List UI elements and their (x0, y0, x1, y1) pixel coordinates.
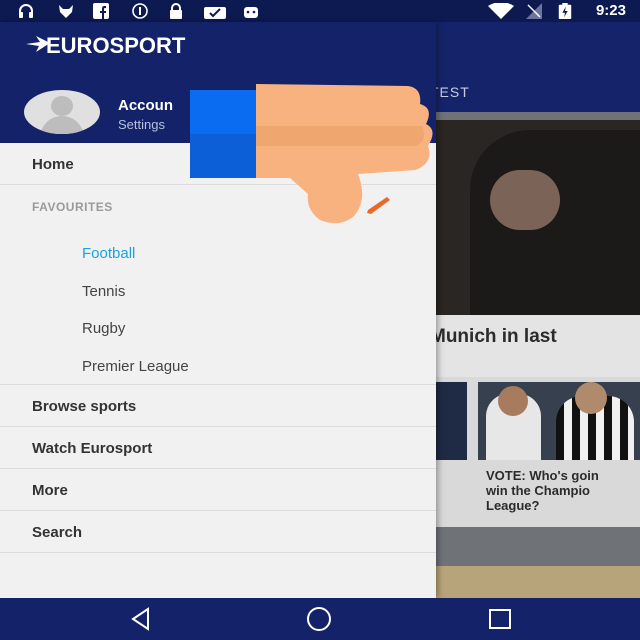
drawer-item-label: More (32, 482, 68, 499)
back-icon[interactable] (128, 606, 154, 632)
battery-charging-icon (558, 3, 572, 19)
news-card-image[interactable] (478, 382, 640, 460)
status-bar: 9:23 (0, 0, 640, 22)
fox-icon (59, 5, 73, 18)
favourite-item-rugby[interactable]: Rugby (82, 320, 125, 337)
drawer-item-watch-eurosport[interactable]: Watch Eurosport (0, 427, 436, 469)
no-signal-icon (526, 3, 542, 19)
system-nav-bar (0, 598, 640, 640)
avatar[interactable] (24, 90, 100, 134)
android-icon (244, 7, 258, 18)
favourite-item-tennis[interactable]: Tennis (82, 283, 125, 300)
facebook-icon (93, 3, 109, 19)
headset-icon (19, 4, 33, 18)
lock-icon (170, 3, 182, 19)
drawer-item-label: Watch Eurosport (32, 440, 153, 457)
clock: 9:23 (595, 2, 626, 19)
drawer-item-more[interactable]: More (0, 469, 436, 511)
drawer-item-label: Home (32, 156, 74, 173)
favourite-item-premier-league[interactable]: Premier League (82, 358, 189, 375)
camera-check-icon (204, 7, 226, 19)
drawer-item-browse-sports[interactable]: Browse sports (0, 385, 436, 427)
wifi-icon (488, 3, 514, 19)
favourites-section-label: FAVOURITES (32, 200, 113, 214)
account-settings-link[interactable]: Settings (118, 117, 165, 132)
account-name[interactable]: Accoun (118, 97, 173, 114)
hero-image[interactable] (430, 120, 640, 315)
hero-title[interactable]: Munich in last (430, 326, 557, 348)
info-icon (132, 3, 148, 19)
recents-icon[interactable] (487, 606, 513, 632)
home-circle-icon[interactable] (306, 606, 332, 632)
drawer-item-search[interactable]: Search (0, 511, 436, 553)
eurosport-logo: EUROSPORT (46, 33, 186, 58)
news-card-image[interactable] (430, 566, 640, 598)
news-card-title[interactable]: VOTE: Who's goin win the Champio League? (486, 468, 640, 513)
drawer-item-label: Search (32, 524, 83, 541)
favourite-item-football[interactable]: Football (82, 245, 135, 262)
thumbs-down-icon (190, 84, 433, 224)
drawer-item-label: Browse sports (32, 398, 137, 415)
